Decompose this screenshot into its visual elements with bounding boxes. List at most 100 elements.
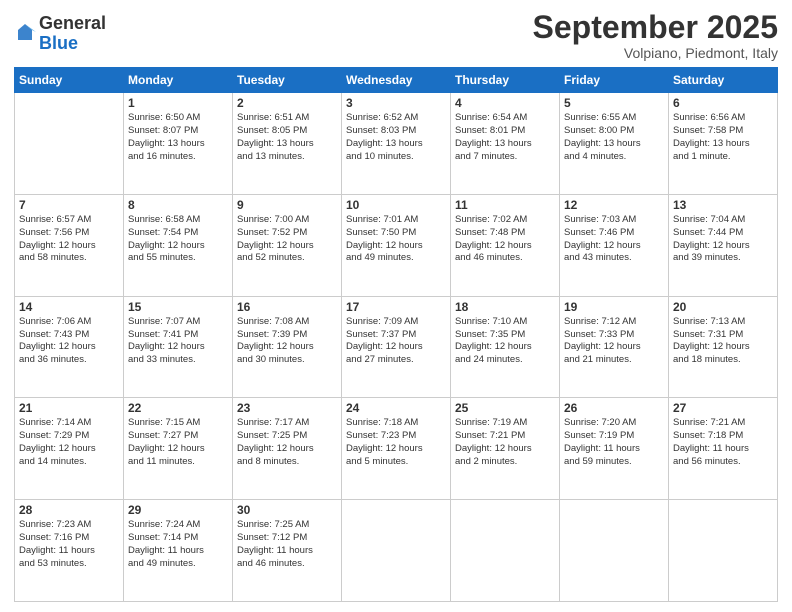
calendar-week-row: 14 Sunrise: 7:06 AMSunset: 7:43 PMDayligh… — [15, 296, 778, 398]
cell-details: Sunrise: 7:02 AMSunset: 7:48 PMDaylight:… — [455, 214, 555, 265]
cell-details: Sunrise: 7:17 AMSunset: 7:25 PMDaylight:… — [237, 417, 337, 468]
calendar-cell: 27Sunrise: 7:21 AMSunset: 7:18 PMDayligh… — [669, 398, 778, 500]
day-number: 28 — [19, 503, 119, 517]
weekday-header-friday: Friday — [560, 68, 669, 93]
day-number: 22 — [128, 401, 228, 415]
calendar-cell: 28 Sunrise: 7:23 AMSunset: 7:16 PMDayligh… — [15, 500, 124, 602]
calendar-cell: 3 Sunrise: 6:52 AMSunset: 8:03 PMDaylight… — [342, 93, 451, 195]
cell-details: Sunrise: 7:25 AMSunset: 7:12 PMDaylight:… — [237, 519, 337, 570]
day-number: 17 — [346, 300, 446, 314]
day-number: 23 — [237, 401, 337, 415]
logo-icon — [14, 22, 36, 44]
cell-details: Sunrise: 7:19 AMSunset: 7:21 PMDaylight:… — [455, 417, 555, 468]
calendar-cell: 4Sunrise: 6:54 AMSunset: 8:01 PMDaylight… — [451, 93, 560, 195]
day-number: 11 — [455, 198, 555, 212]
cell-details: Sunrise: 7:06 AMSunset: 7:43 PMDaylight:… — [19, 316, 119, 367]
calendar-cell: 30 Sunrise: 7:25 AMSunset: 7:12 PMDayligh… — [233, 500, 342, 602]
cell-details: Sunrise: 6:56 AMSunset: 7:58 PMDaylight:… — [673, 112, 773, 163]
logo: General Blue — [14, 14, 106, 54]
weekday-header-wednesday: Wednesday — [342, 68, 451, 93]
day-number: 15 — [128, 300, 228, 314]
calendar-cell — [560, 500, 669, 602]
cell-details: Sunrise: 7:23 AMSunset: 7:16 PMDaylight:… — [19, 519, 119, 570]
cell-details: Sunrise: 7:01 AMSunset: 7:50 PMDaylight:… — [346, 214, 446, 265]
cell-details: Sunrise: 6:58 AMSunset: 7:54 PMDaylight:… — [128, 214, 228, 265]
day-number: 10 — [346, 198, 446, 212]
cell-details: Sunrise: 7:15 AMSunset: 7:27 PMDaylight:… — [128, 417, 228, 468]
cell-details: Sunrise: 7:24 AMSunset: 7:14 PMDaylight:… — [128, 519, 228, 570]
calendar-cell: 25 Sunrise: 7:19 AMSunset: 7:21 PMDayligh… — [451, 398, 560, 500]
calendar-cell: 8Sunrise: 6:58 AMSunset: 7:54 PMDaylight… — [124, 194, 233, 296]
calendar-cell: 13Sunrise: 7:04 AMSunset: 7:44 PMDayligh… — [669, 194, 778, 296]
calendar-week-row: 21Sunrise: 7:14 AMSunset: 7:29 PMDayligh… — [15, 398, 778, 500]
cell-details: Sunrise: 6:54 AMSunset: 8:01 PMDaylight:… — [455, 112, 555, 163]
day-number: 30 — [237, 503, 337, 517]
weekday-header-monday: Monday — [124, 68, 233, 93]
title-block: September 2025 Volpiano, Piedmont, Italy — [533, 10, 778, 61]
calendar-cell: 11 Sunrise: 7:02 AMSunset: 7:48 PMDayligh… — [451, 194, 560, 296]
calendar-cell — [15, 93, 124, 195]
cell-details: Sunrise: 7:09 AMSunset: 7:37 PMDaylight:… — [346, 316, 446, 367]
cell-details: Sunrise: 7:14 AMSunset: 7:29 PMDaylight:… — [19, 417, 119, 468]
calendar-cell: 22 Sunrise: 7:15 AMSunset: 7:27 PMDayligh… — [124, 398, 233, 500]
logo-blue-text: Blue — [39, 34, 106, 54]
day-number: 24 — [346, 401, 446, 415]
day-number: 14 — [19, 300, 119, 314]
day-number: 12 — [564, 198, 664, 212]
calendar-cell: 9 Sunrise: 7:00 AMSunset: 7:52 PMDaylight… — [233, 194, 342, 296]
page: General Blue September 2025 Volpiano, Pi… — [0, 0, 792, 612]
weekday-header-tuesday: Tuesday — [233, 68, 342, 93]
day-number: 5 — [564, 96, 664, 110]
cell-details: Sunrise: 7:12 AMSunset: 7:33 PMDaylight:… — [564, 316, 664, 367]
day-number: 29 — [128, 503, 228, 517]
month-title: September 2025 — [533, 10, 778, 45]
weekday-header-row: SundayMondayTuesdayWednesdayThursdayFrid… — [15, 68, 778, 93]
cell-details: Sunrise: 7:08 AMSunset: 7:39 PMDaylight:… — [237, 316, 337, 367]
calendar-week-row: 1 Sunrise: 6:50 AMSunset: 8:07 PMDaylight… — [15, 93, 778, 195]
cell-details: Sunrise: 7:00 AMSunset: 7:52 PMDaylight:… — [237, 214, 337, 265]
calendar-cell: 1 Sunrise: 6:50 AMSunset: 8:07 PMDaylight… — [124, 93, 233, 195]
day-number: 20 — [673, 300, 773, 314]
logo-general-text: General — [39, 14, 106, 34]
day-number: 9 — [237, 198, 337, 212]
cell-details: Sunrise: 7:21 AMSunset: 7:18 PMDaylight:… — [673, 417, 773, 468]
location-subtitle: Volpiano, Piedmont, Italy — [533, 45, 778, 61]
calendar-cell: 5 Sunrise: 6:55 AMSunset: 8:00 PMDaylight… — [560, 93, 669, 195]
calendar-cell: 16 Sunrise: 7:08 AMSunset: 7:39 PMDayligh… — [233, 296, 342, 398]
calendar-cell: 18Sunrise: 7:10 AMSunset: 7:35 PMDayligh… — [451, 296, 560, 398]
cell-details: Sunrise: 6:55 AMSunset: 8:00 PMDaylight:… — [564, 112, 664, 163]
calendar-cell: 6Sunrise: 6:56 AMSunset: 7:58 PMDaylight… — [669, 93, 778, 195]
cell-details: Sunrise: 7:10 AMSunset: 7:35 PMDaylight:… — [455, 316, 555, 367]
calendar-cell: 20Sunrise: 7:13 AMSunset: 7:31 PMDayligh… — [669, 296, 778, 398]
day-number: 26 — [564, 401, 664, 415]
calendar-cell: 14 Sunrise: 7:06 AMSunset: 7:43 PMDayligh… — [15, 296, 124, 398]
cell-details: Sunrise: 7:18 AMSunset: 7:23 PMDaylight:… — [346, 417, 446, 468]
cell-details: Sunrise: 6:52 AMSunset: 8:03 PMDaylight:… — [346, 112, 446, 163]
calendar-cell: 21Sunrise: 7:14 AMSunset: 7:29 PMDayligh… — [15, 398, 124, 500]
day-number: 16 — [237, 300, 337, 314]
cell-details: Sunrise: 7:07 AMSunset: 7:41 PMDaylight:… — [128, 316, 228, 367]
calendar-cell: 26Sunrise: 7:20 AMSunset: 7:19 PMDayligh… — [560, 398, 669, 500]
day-number: 7 — [19, 198, 119, 212]
cell-details: Sunrise: 7:03 AMSunset: 7:46 PMDaylight:… — [564, 214, 664, 265]
calendar-week-row: 7Sunrise: 6:57 AMSunset: 7:56 PMDaylight… — [15, 194, 778, 296]
day-number: 3 — [346, 96, 446, 110]
logo-text: General Blue — [39, 14, 106, 54]
weekday-header-sunday: Sunday — [15, 68, 124, 93]
calendar-cell: 7Sunrise: 6:57 AMSunset: 7:56 PMDaylight… — [15, 194, 124, 296]
day-number: 1 — [128, 96, 228, 110]
calendar-cell — [342, 500, 451, 602]
cell-details: Sunrise: 6:50 AMSunset: 8:07 PMDaylight:… — [128, 112, 228, 163]
calendar-table: SundayMondayTuesdayWednesdayThursdayFrid… — [14, 67, 778, 602]
calendar-cell: 23 Sunrise: 7:17 AMSunset: 7:25 PMDayligh… — [233, 398, 342, 500]
calendar-cell: 2Sunrise: 6:51 AMSunset: 8:05 PMDaylight… — [233, 93, 342, 195]
calendar-cell: 10 Sunrise: 7:01 AMSunset: 7:50 PMDayligh… — [342, 194, 451, 296]
day-number: 25 — [455, 401, 555, 415]
cell-details: Sunrise: 6:51 AMSunset: 8:05 PMDaylight:… — [237, 112, 337, 163]
day-number: 19 — [564, 300, 664, 314]
weekday-header-saturday: Saturday — [669, 68, 778, 93]
calendar-cell: 17 Sunrise: 7:09 AMSunset: 7:37 PMDayligh… — [342, 296, 451, 398]
day-number: 13 — [673, 198, 773, 212]
calendar-cell: 12 Sunrise: 7:03 AMSunset: 7:46 PMDayligh… — [560, 194, 669, 296]
calendar-cell — [669, 500, 778, 602]
